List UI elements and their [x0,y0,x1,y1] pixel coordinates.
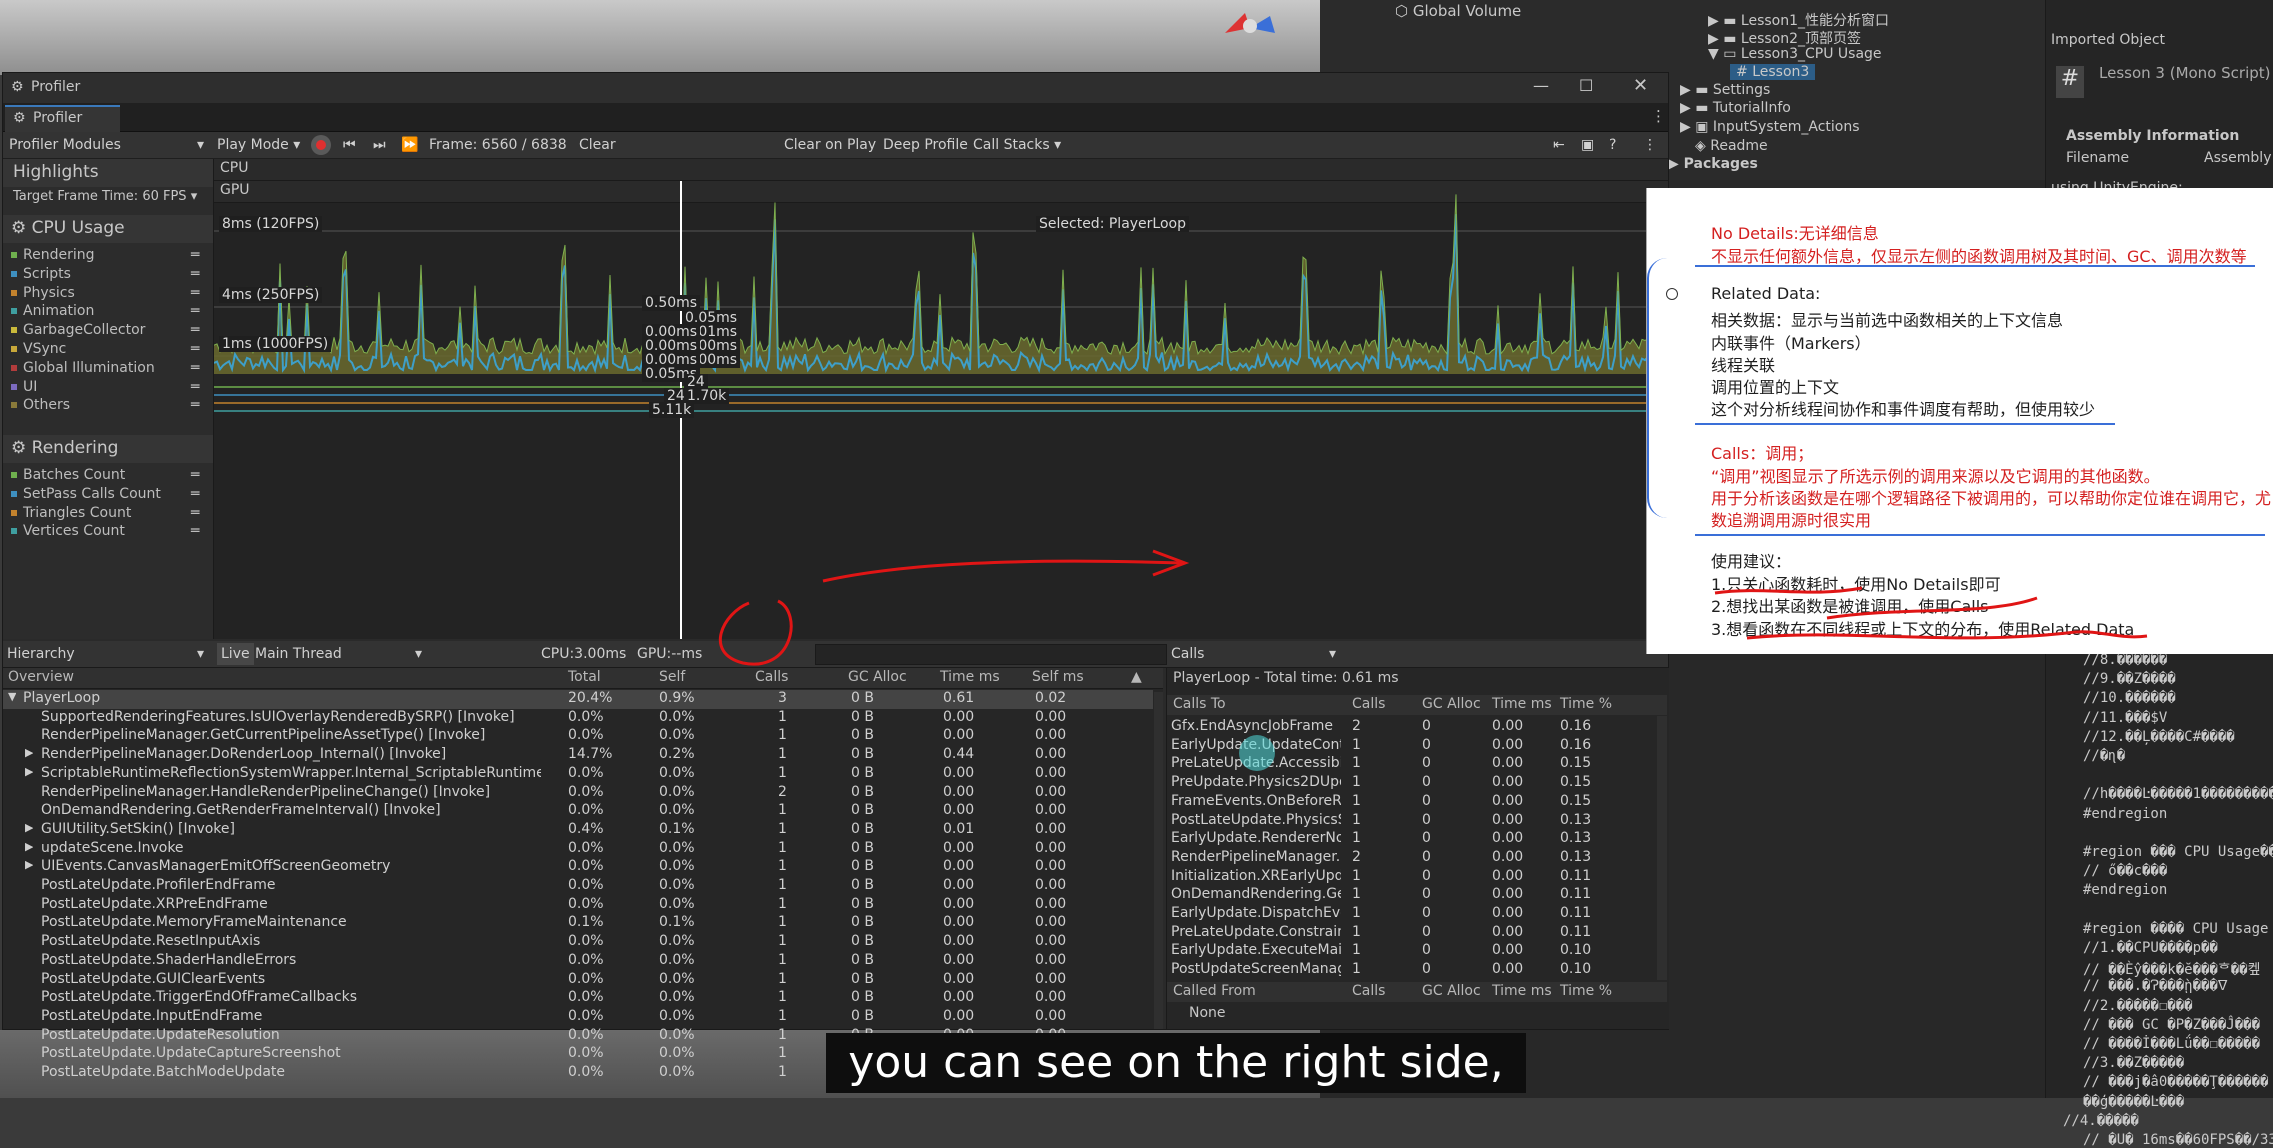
cell-self: 0.0% [659,1064,695,1080]
cell-self: 0.0% [659,1045,695,1062]
assembly-info-header: Assembly Information [2066,128,2240,144]
folder-icon: ▬ [1695,82,1709,98]
folder-icon: ▬ [1723,31,1737,47]
project-item-lesson1[interactable]: ▶ ▬ Lesson1_性能分析窗口 [1708,10,1889,30]
code-line: // �U� 16ms��60FPS��/33m [2083,1132,2273,1148]
project-item-lesson3-script[interactable]: # Lesson3 [1730,64,1816,80]
code-line: ��ģ�����Ŀ��� [2083,1093,2185,1110]
inspector-header: Imported Object [2051,32,2166,48]
cell-calls: 1 [778,1045,787,1062]
profiler-window: ⚙ Profiler — ☐ ✕ ⚙ Profiler ⋮ Profiler M… [2,72,1669,1080]
annotation-marks [719,549,1190,666]
cell-name: PostLateUpdate.UpdateCaptureScreenshot [41,1045,341,1062]
filename-label: Filename [2066,150,2130,166]
script-icon: # [1736,64,1748,80]
scene-gizmo[interactable] [1215,8,1285,42]
cursor-highlight [1239,735,1275,771]
project-item-lesson2[interactable]: ▶ ▬ Lesson2_顶部页签 [1708,28,1861,48]
code-line: // ���j�â0�����Ţ������ [2083,1074,2269,1091]
cell-calls: 1 [778,1064,787,1080]
project-item-lesson3-folder[interactable]: ▼ ▭ Lesson3_CPU Usage [1708,46,1882,62]
inspector-script-title: Lesson 3 (Mono Script) [2099,64,2271,82]
project-item-inputsystem[interactable]: ▶ ▣ InputSystem_Actions [1680,119,1860,135]
readme-icon: ◈ [1695,138,1706,154]
code-line: //4.����� [2063,1112,2139,1129]
cell-total: 0.0% [568,1064,604,1080]
code-line: #endregion [2083,805,2168,822]
folder-open-icon: ▭ [1723,46,1737,62]
code-line: //�ɳ� [2083,748,2126,764]
cell-name: PostLateUpdate.BatchModeUpdate [41,1064,286,1080]
hierarchy-global-volume[interactable]: ⬡ Global Volume [1395,2,1521,20]
code-line: //12.��Ļ����C#���� [2083,728,2235,745]
code-line: // ���.�Ɂ���ῂ���ᐁ [2083,978,2228,995]
code-line: //8.������ [2083,652,2168,668]
annotation-note: No Details:无详细信息 不显示任何额外信息，仅显示左侧的函数调用树及其… [1646,188,2273,654]
code-line: //11.���$V [2083,709,2168,726]
project-item-settings[interactable]: ▶ ▬ Settings [1680,82,1770,98]
code-line: #endregion [2083,882,2168,899]
code-line: //3.��Z����� [2083,1055,2185,1072]
code-line: #region ���� CPU Usage [2083,920,2269,937]
code-line: //10.������ [2083,690,2176,707]
cell-total: 0.0% [568,1045,604,1062]
project-item-tutorialinfo[interactable]: ▶ ▬ TutorialInfo [1680,100,1791,116]
script-icon: # [2056,66,2084,98]
code-line: //2.�����☐��� [2083,997,2193,1014]
project-item-readme[interactable]: ◈ Readme [1695,138,1768,154]
project-item-packages[interactable]: ▶ Packages [1668,156,1758,172]
cube-icon: ⬡ [1395,2,1413,20]
code-line: #region ��� CPU Usage�� [2083,844,2273,860]
code-line: // ����İ���Lǘ��☐����� [2083,1036,2261,1052]
code-line: // ��� GC �Ρ�Z���Ĵ��� [2083,1016,2261,1033]
code-line: //1.��CPU����p�� [2083,940,2218,956]
folder-icon: ▬ [1723,13,1737,29]
code-line: //h����Ŀ�����1���������� [2083,786,2273,803]
note-annotation-marks [1714,586,2148,640]
code-line: // ��Ѐŷ���k�ĕ���ᄒ��켚 [2083,962,2261,979]
folder-icon: ▬ [1695,100,1709,116]
video-subtitle: you can see on the right side, [826,1033,1526,1093]
assembly-label: Assembly [2204,150,2272,166]
code-line: //9.��Z���� [2083,671,2176,688]
asset-icon: ▣ [1695,119,1709,135]
code-line: // ő��c��� [2083,863,2168,880]
scene-view [0,0,1320,75]
